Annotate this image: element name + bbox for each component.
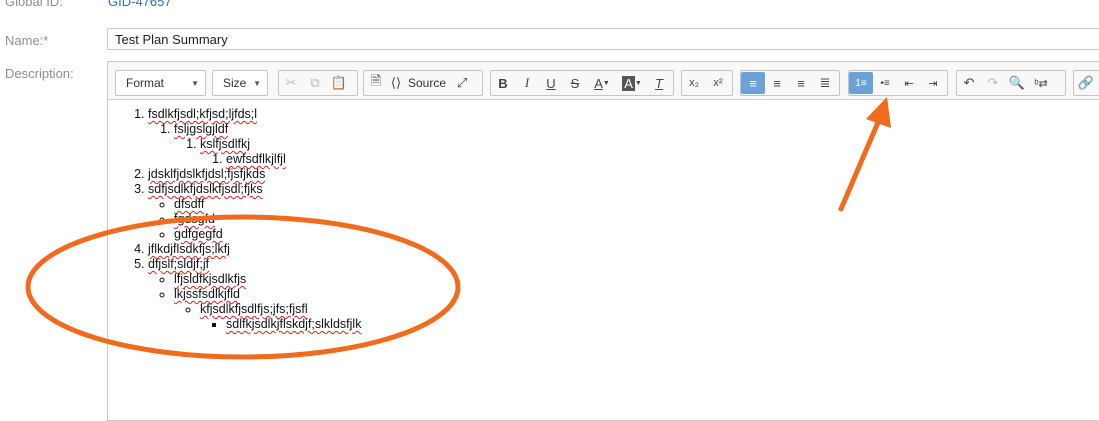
list-item: lfjsldfkjsdlkfjs	[174, 272, 1099, 287]
redo-icon[interactable]: ↷	[981, 72, 1005, 94]
underline-button[interactable]: U	[539, 72, 563, 94]
bulleted-list: dfsdff fgdsgfd gdfgegfd	[148, 197, 1099, 242]
copy-icon[interactable]: ⧉	[303, 72, 327, 94]
global-id-value: GID-47657	[108, 0, 172, 9]
replace-icon[interactable]: ᵇ⇄	[1029, 72, 1053, 94]
text-color-button[interactable]: A ▼	[587, 72, 617, 94]
numbered-list: kslfjsdlfkj ewfsdflkjlfjl	[174, 137, 1099, 167]
basic-styles-group: B I U S A ▼ A ▼ T	[490, 70, 674, 96]
name-label: Name:*	[5, 33, 49, 48]
script-group: x₂ x²	[681, 70, 733, 96]
size-dropdown[interactable]: Size ▼	[212, 70, 268, 96]
numbered-list: ewfsdflkjlfjl	[200, 152, 1099, 167]
remove-format-button[interactable]: T	[647, 72, 671, 94]
editor-content[interactable]: fsdlkfjsdl;kfjsd;ljfds;l fsljgslgjldf ks…	[108, 100, 1099, 420]
list-item: jdsklfjdslkfjdsl;fjsfjkds	[148, 167, 1099, 182]
list-item: kslfjsdlfkj ewfsdflkjlfjl	[200, 137, 1099, 167]
undo-icon[interactable]: ↶	[957, 72, 981, 94]
align-center-icon[interactable]: ≡	[765, 72, 789, 94]
bulleted-list: kfjsdlkfjsdlfjs;jfs;fjsfl sdlfkjsdlkjfls…	[174, 302, 1099, 332]
list-item: kfjsdlkfjsdlfjs;jfs;fjsfl sdlfkjsdlkjfls…	[200, 302, 1099, 332]
bg-color-label: A	[622, 75, 635, 91]
superscript-button[interactable]: x²	[706, 72, 730, 94]
global-id-label: Global ID:	[5, 0, 63, 9]
numbered-list: fsljgslgjldf kslfjsdlfkj ewfsdflkjlfjl	[148, 122, 1099, 167]
bulleted-list: lfjsldfkjsdlkfjs lkjssfsdlkjfld kfjsdlkf…	[148, 272, 1099, 332]
outdent-icon[interactable]: ⇤	[897, 72, 921, 94]
paste-icon[interactable]: 📋	[327, 72, 351, 94]
size-label: Size	[223, 76, 247, 90]
indent-icon[interactable]: ⇥	[921, 72, 945, 94]
history-group: ↶ ↷ 🔍 ᵇ⇄	[956, 70, 1066, 96]
numbered-list: fsdlkfjsdl;kfjsd;ljfds;l fsljgslgjldf ks…	[108, 107, 1099, 332]
bulleted-list: sdlfkjsdlkjflskdjf;slkldsfjlk	[200, 317, 1099, 332]
italic-button[interactable]: I	[515, 72, 539, 94]
link-group: 🔗	[1073, 70, 1099, 96]
chevron-down-icon: ▼	[253, 79, 261, 88]
strikethrough-button[interactable]: S	[563, 72, 587, 94]
templates-icon[interactable]: 🗎	[364, 72, 388, 94]
list-item: dfsdff	[174, 197, 1099, 212]
maximize-icon[interactable]: ⤢	[450, 72, 474, 94]
source-button[interactable]: Source	[404, 72, 450, 94]
list-item: jflkdjflsdkfjs;lkfj	[148, 242, 1099, 257]
format-label: Format	[126, 76, 165, 90]
list-item: ewfsdflkjlfjl	[226, 152, 1099, 167]
name-input[interactable]	[107, 28, 1099, 50]
background-color-button[interactable]: A ▼	[617, 72, 647, 94]
find-icon[interactable]: 🔍	[1005, 72, 1029, 94]
cut-icon[interactable]: ✂	[279, 72, 303, 94]
alignment-group: ≡ ≡ ≡ ≣	[740, 70, 840, 96]
description-label: Description:	[5, 66, 74, 81]
rich-text-editor: Format ▼ Size ▼ ✂ ⧉ 📋 🗎 ⟨⟩ Source ⤢ B I …	[107, 61, 1099, 421]
align-right-icon[interactable]: ≡	[789, 72, 813, 94]
subscript-button[interactable]: x₂	[682, 72, 706, 94]
list-item: gdfgegfd	[174, 227, 1099, 242]
bold-button[interactable]: B	[491, 72, 515, 94]
format-dropdown[interactable]: Format ▼	[115, 70, 206, 96]
editor-toolbar: Format ▼ Size ▼ ✂ ⧉ 📋 🗎 ⟨⟩ Source ⤢ B I …	[108, 62, 1099, 100]
list-item: fsljgslgjldf kslfjsdlfkj ewfsdflkjlfjl	[174, 122, 1099, 167]
source-icon: ⟨⟩	[390, 75, 402, 90]
numbered-list-icon[interactable]: 1≡	[849, 72, 873, 94]
list-item: lkjssfsdlkjfld kfjsdlkfjsdlfjs;jfs;fjsfl…	[174, 287, 1099, 332]
list-item: sdlfkjsdlkjflskdjf;slkldsfjlk	[226, 317, 1099, 332]
clipboard-group: ✂ ⧉ 📋	[278, 70, 358, 96]
list-item: sdfjsdlkfjdslkfjsdl;fjks dfsdff fgdsgfd …	[148, 182, 1099, 242]
document-group: 🗎 ⟨⟩ Source ⤢	[363, 70, 483, 96]
list-item: fgdsgfd	[174, 212, 1099, 227]
list-item: fsdlkfjsdl;kfjsd;ljfds;l fsljgslgjldf ks…	[148, 107, 1099, 167]
link-icon[interactable]: 🔗	[1074, 72, 1098, 94]
chevron-down-icon: ▼	[191, 79, 199, 88]
align-left-icon[interactable]: ≡	[741, 72, 765, 94]
bulleted-list-icon[interactable]: •≡	[873, 72, 897, 94]
text-color-label: A	[594, 75, 603, 91]
list-item: dfjslf;sldjf;jf lfjsldfkjsdlkfjs lkjssfs…	[148, 257, 1099, 332]
justify-icon[interactable]: ≣	[813, 72, 837, 94]
list-group: 1≡ •≡ ⇤ ⇥	[848, 70, 948, 96]
